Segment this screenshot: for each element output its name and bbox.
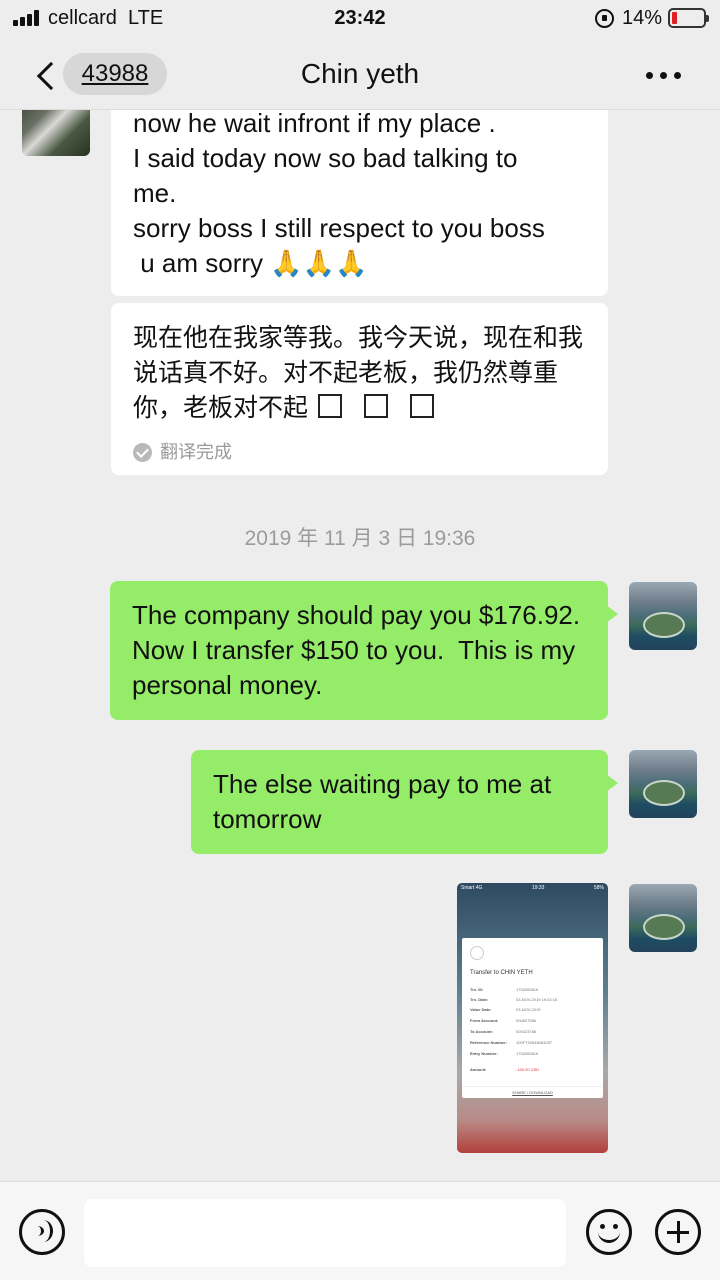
outgoing-message-bubble[interactable]: The company should pay you $176.92. Now … (110, 581, 618, 720)
receipt-row: From Account: 000827556 (470, 1018, 537, 1023)
missing-glyph-icon (318, 394, 343, 418)
receipt-row: Entry Number: 1754265816 (470, 1051, 539, 1056)
bank-logo-icon (470, 946, 484, 960)
message-line: sorry boss I still respect to you boss (133, 213, 545, 243)
receipt-row: Trx. ID: 1754265816 (470, 987, 539, 992)
my-avatar[interactable] (629, 884, 697, 952)
message-text: The company should pay you $176.92. Now … (132, 600, 588, 700)
message-input[interactable] (84, 1199, 566, 1267)
receipt-card: Transfer to CHIN YETH Trx. ID: 1754265816… (462, 938, 603, 1098)
receipt-amount-row: Amount: -150.00 USD (470, 1067, 540, 1072)
receipt-row: Value Date: 03-NOV-2019 (470, 1007, 541, 1012)
outgoing-message-bubble[interactable]: The else waiting pay to me at tomorrow (191, 750, 618, 854)
chat-header: 43988 Chin yeth (0, 40, 720, 110)
input-bar (0, 1181, 720, 1280)
message-text: The else waiting pay to me at tomorrow (213, 769, 552, 834)
translation-status-label: 翻译完成 (160, 442, 232, 462)
message-line: me. (133, 178, 177, 208)
more-icon[interactable] (646, 72, 682, 80)
rotation-lock-icon (595, 9, 614, 28)
translation-text: 现在他在我家等我。我今天说，现在和我说话真不好。对不起老板，我仍然尊重你，老板对… (133, 324, 584, 422)
missing-glyph-icon (410, 394, 435, 418)
status-bar: cellcard LTE 23:42 14% (0, 0, 720, 40)
my-avatar[interactable] (629, 750, 697, 818)
receipt-row: Trx. Date: 03-NOV-2019 19:33:16 (470, 997, 558, 1002)
emoji-icon[interactable] (586, 1209, 632, 1255)
share-download-link: SHARE / DOWNLOAD (462, 1086, 603, 1095)
missing-glyph-icon (364, 394, 389, 418)
message-line: now he wait infront if my place . (133, 108, 496, 138)
image-status-bar: Smart 4G 19:33 58% (461, 885, 604, 891)
transfer-receipt-image[interactable]: Smart 4G 19:33 58% Transfer to CHIN YETH… (457, 883, 608, 1153)
check-icon (133, 443, 152, 462)
chat-title: Chin yeth (300, 58, 420, 89)
voice-icon[interactable] (19, 1209, 65, 1255)
receipt-title: Transfer to CHIN YETH (470, 970, 533, 976)
translation-status: 翻译完成 (133, 435, 232, 470)
plus-icon[interactable] (655, 1209, 701, 1255)
receipt-row: Reference Number: 100FT30548083257 (470, 1040, 553, 1045)
incoming-message-bubble[interactable]: now he wait infront if my place . I said… (111, 104, 608, 296)
battery-percent: 14% (622, 7, 663, 29)
my-avatar[interactable] (629, 582, 697, 650)
receipt-row: To Account: 000323788 (470, 1029, 537, 1034)
message-line: I said today now so bad talking to (133, 143, 518, 173)
translation-bubble[interactable]: 现在他在我家等我。我今天说，现在和我说话真不好。对不起老板，我仍然尊重你，老板对… (111, 303, 608, 475)
message-line: u am sorry 🙏🙏🙏 (133, 248, 368, 278)
chat-timestamp: 2019 年 11 月 3 日 19:36 (244, 527, 476, 550)
battery-icon (668, 8, 709, 28)
